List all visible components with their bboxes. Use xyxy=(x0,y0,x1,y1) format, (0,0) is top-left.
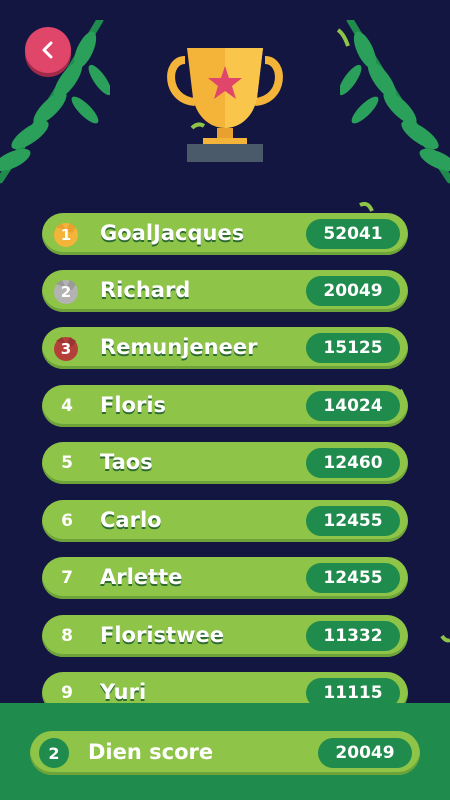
player-name: Floristwee xyxy=(100,623,224,647)
player-name: Remunjeneer xyxy=(100,335,258,359)
leaderboard-row-6[interactable]: 6 Carlo 12455 xyxy=(42,500,408,542)
player-score: 15125 xyxy=(306,333,400,363)
player-name: GoalJacques xyxy=(100,221,245,245)
silver-medal-icon: 2 xyxy=(52,278,80,306)
leaderboard-row-5[interactable]: 5 Taos 12460 xyxy=(42,442,408,484)
player-score: 52041 xyxy=(306,219,400,249)
leaderboard-row-3[interactable]: 3 Remunjeneer 15125 xyxy=(42,327,408,369)
player-rank: 8 xyxy=(61,626,73,646)
player-score: 11332 xyxy=(306,621,400,651)
player-rank: 7 xyxy=(61,568,73,588)
bronze-medal-icon: 3 xyxy=(52,335,80,363)
leaderboard-row-4[interactable]: 4 Floris 14024 xyxy=(42,385,408,427)
leaderboard-row-1[interactable]: 1 GoalJacques 52041 xyxy=(42,213,408,255)
player-name: Yuri xyxy=(100,680,147,704)
player-score: 12455 xyxy=(306,563,400,593)
player-score: 12455 xyxy=(306,506,400,536)
my-rank-badge: 2 xyxy=(39,738,69,768)
leaderboard-screen: 1 GoalJacques 52041 2 Richard 20049 3 Re… xyxy=(0,0,450,800)
player-score: 14024 xyxy=(306,391,400,421)
player-rank: 6 xyxy=(61,511,73,531)
my-score-value: 20049 xyxy=(318,738,412,768)
player-name: Carlo xyxy=(100,508,162,532)
player-rank: 4 xyxy=(61,396,73,416)
leaderboard-list: 1 GoalJacques 52041 2 Richard 20049 3 Re… xyxy=(0,0,450,800)
player-name: Richard xyxy=(100,278,191,302)
gold-medal-icon: 1 xyxy=(52,221,80,249)
player-name: Arlette xyxy=(100,565,183,589)
player-score: 20049 xyxy=(306,276,400,306)
my-score-row[interactable]: 2 Dien score 20049 xyxy=(30,731,420,775)
player-score: 12460 xyxy=(306,448,400,478)
player-rank: 5 xyxy=(61,453,73,473)
player-name: Floris xyxy=(100,393,167,417)
leaderboard-row-2[interactable]: 2 Richard 20049 xyxy=(42,270,408,312)
player-name: Taos xyxy=(100,450,153,474)
my-score-label: Dien score xyxy=(88,740,214,764)
leaderboard-row-7[interactable]: 7 Arlette 12455 xyxy=(42,557,408,599)
leaderboard-row-8[interactable]: 8 Floristwee 11332 xyxy=(42,615,408,657)
